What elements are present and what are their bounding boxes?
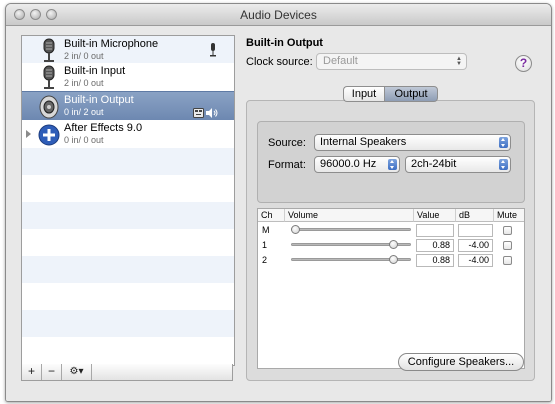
remove-device-button[interactable]: −: [42, 364, 62, 380]
speaker-icon: [39, 95, 59, 119]
mute-checkbox[interactable]: [503, 226, 512, 235]
popup-arrows-icon: [499, 159, 508, 170]
microphone-icon: [43, 65, 55, 89]
mute-checkbox[interactable]: [503, 241, 512, 250]
column-header-db: dB: [456, 209, 494, 222]
device-name: After Effects 9.0: [64, 122, 143, 134]
device-io: 0 in/ 0 out: [64, 135, 104, 145]
device-list-toolbar: + − ⚙▾: [21, 364, 233, 381]
db-field[interactable]: -4.00: [458, 254, 493, 267]
clock-source-label: Clock source:: [246, 56, 313, 68]
speaker-volume-icon: [206, 108, 218, 118]
device-name: Built-in Output: [64, 94, 134, 106]
tab-input[interactable]: Input: [343, 86, 384, 102]
device-title: Built-in Output: [246, 37, 323, 49]
sample-rate-popup[interactable]: 96000.0 Hz: [314, 156, 400, 173]
device-name: Built-in Microphone: [64, 38, 159, 50]
column-header-mute: Mute: [494, 209, 524, 222]
channel-label: 2: [262, 255, 268, 265]
popup-arrows-icon: [499, 137, 508, 148]
db-field[interactable]: [458, 224, 493, 237]
audio-devices-window: Audio Devices Built-in Microphone 2 in/ …: [5, 3, 552, 402]
device-row-after-effects[interactable]: After Effects 9.0 0 in/ 0 out: [22, 120, 234, 149]
title-bar: Audio Devices: [6, 4, 551, 26]
source-label: Source:: [268, 137, 306, 149]
source-popup[interactable]: Internal Speakers: [314, 134, 511, 151]
column-header-ch: Ch: [258, 209, 285, 222]
format-popup[interactable]: 2ch-24bit: [405, 156, 511, 173]
source-value: Internal Speakers: [320, 136, 407, 148]
disclosure-triangle-icon[interactable]: [26, 130, 31, 138]
sample-rate-value: 96000.0 Hz: [320, 158, 377, 170]
gear-menu-button[interactable]: ⚙▾: [62, 364, 92, 380]
device-io: 2 in/ 0 out: [64, 51, 104, 61]
volume-table: Ch Volume Value dB Mute M 1 0.88 -4.00 2…: [257, 208, 525, 369]
column-header-value: Value: [414, 209, 456, 222]
device-io: 0 in/ 2 out: [64, 107, 104, 117]
configure-speakers-button[interactable]: Configure Speakers...: [398, 353, 524, 371]
value-field[interactable]: 0.88: [416, 254, 454, 267]
help-button[interactable]: ?: [515, 55, 532, 72]
device-list[interactable]: Built-in Microphone 2 in/ 0 out Built-in…: [21, 35, 235, 366]
finder-icon: [193, 108, 204, 118]
microphone-icon: [43, 38, 55, 62]
value-field[interactable]: 0.88: [416, 239, 454, 252]
volume-slider-knob[interactable]: [388, 240, 398, 249]
plus-circle-icon: [38, 124, 60, 146]
clock-source-select[interactable]: Default ▲ ▼: [316, 53, 467, 70]
device-row-built-in-microphone[interactable]: Built-in Microphone 2 in/ 0 out: [22, 36, 234, 65]
column-header-volume: Volume: [285, 209, 414, 222]
device-row-built-in-input[interactable]: Built-in Input 2 in/ 0 out: [22, 63, 234, 92]
tab-output[interactable]: Output: [384, 86, 438, 102]
updown-arrows-icon: ▲ ▼: [456, 56, 462, 67]
clock-source-value: Default: [323, 55, 358, 67]
window-content: Built-in Microphone 2 in/ 0 out Built-in…: [6, 26, 551, 401]
channel-label: M: [262, 225, 270, 235]
channel-label: 1: [262, 240, 268, 250]
value-field[interactable]: [416, 224, 454, 237]
device-row-built-in-output[interactable]: Built-in Output 0 in/ 2 out: [22, 91, 234, 120]
volume-slider-track[interactable]: [291, 228, 411, 231]
window-title: Audio Devices: [240, 8, 317, 22]
device-name: Built-in Input: [64, 65, 126, 77]
device-io: 2 in/ 0 out: [64, 78, 104, 88]
volume-slider-knob[interactable]: [388, 255, 398, 264]
format-value: 2ch-24bit: [411, 158, 457, 170]
popup-arrows-icon: [388, 159, 397, 170]
add-device-button[interactable]: +: [22, 364, 42, 380]
mute-checkbox[interactable]: [503, 256, 512, 265]
format-label: Format:: [268, 159, 306, 171]
mic-badge-icon: [210, 43, 216, 57]
volume-slider-knob[interactable]: [291, 225, 300, 234]
db-field[interactable]: -4.00: [458, 239, 493, 252]
